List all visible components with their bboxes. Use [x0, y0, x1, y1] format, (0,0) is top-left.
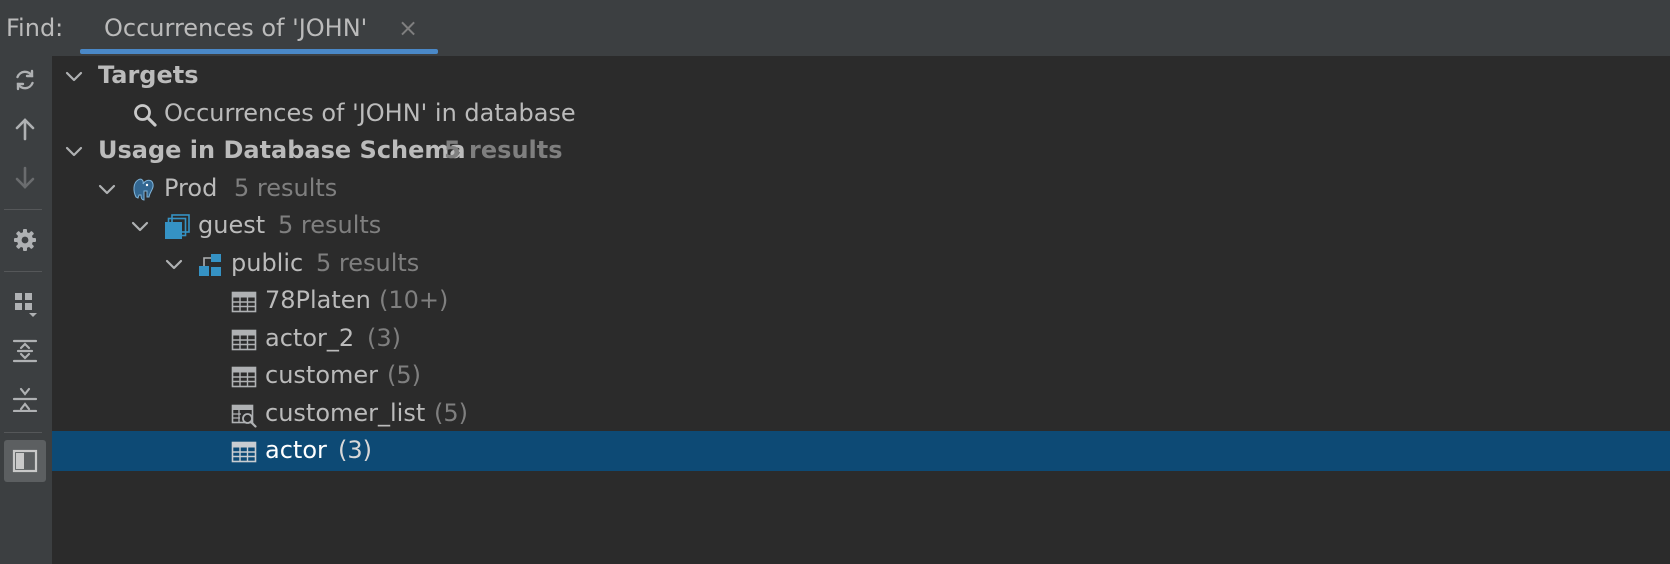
tree-node-table-78platen[interactable]: 78Platen (10+) — [52, 281, 1670, 321]
toolbar-separator — [4, 209, 42, 210]
arrow-down-icon[interactable] — [4, 157, 46, 199]
schema-icon — [199, 254, 221, 276]
toolbar-separator — [4, 432, 42, 433]
chevron-down-icon[interactable] — [162, 252, 186, 276]
refresh-icon[interactable] — [4, 59, 46, 101]
search-icon — [134, 104, 157, 127]
chevron-down-icon[interactable] — [95, 177, 119, 201]
tree-node-view-customer_list[interactable]: customer_list (5) — [52, 394, 1670, 434]
group-by-icon[interactable] — [4, 282, 46, 324]
tree-node-label: customer_list — [265, 399, 426, 427]
close-icon[interactable]: × — [398, 14, 418, 42]
expand-all-icon[interactable] — [4, 330, 46, 372]
tree-node-label: Usage in Database Schema — [98, 136, 466, 164]
table-icon — [231, 329, 257, 351]
view-icon — [231, 404, 257, 428]
occurrence-count: (10+) — [379, 286, 449, 314]
gear-icon[interactable] — [4, 219, 46, 261]
tree-node-label: actor_2 — [265, 324, 355, 352]
table-icon — [231, 366, 257, 388]
tab-title: Occurrences of 'JOHN' — [104, 14, 368, 42]
tree-node-label: customer — [265, 361, 379, 389]
occurrence-count: (3) — [367, 324, 401, 352]
chevron-down-icon[interactable] — [128, 214, 152, 238]
result-count: 5 results — [444, 136, 563, 164]
collapse-all-icon[interactable] — [4, 378, 46, 420]
occurrence-count: (5) — [387, 361, 421, 389]
tree-node-label: guest — [198, 211, 266, 239]
vertical-toolbar — [0, 56, 52, 564]
arrow-up-icon[interactable] — [4, 108, 46, 150]
tree-node-public[interactable]: public 5 results — [52, 244, 1670, 284]
tree-node-guest[interactable]: guest 5 results — [52, 206, 1670, 246]
tree-node-label: public — [231, 249, 304, 277]
find-label: Find: — [6, 14, 64, 42]
toolbar-separator — [4, 271, 42, 272]
chevron-down-icon[interactable] — [62, 139, 86, 163]
occurrence-count: (5) — [434, 399, 468, 427]
tree-node-label: 78Platen — [265, 286, 371, 314]
occurrence-count: (3) — [338, 436, 372, 464]
preview-panel-icon[interactable] — [4, 440, 46, 482]
result-count: 5 results — [316, 249, 420, 277]
tab-occurrences[interactable]: Occurrences of 'JOHN' × — [80, 0, 438, 56]
database-icon — [165, 214, 190, 239]
tree-node-label: actor — [265, 436, 327, 464]
result-count: 5 results — [234, 174, 338, 202]
tree-node-label: Prod — [164, 174, 218, 202]
table-icon — [231, 441, 257, 463]
results-tree: Targets Occurrences of 'JOHN' in databas… — [52, 56, 1670, 564]
result-count: 5 results — [278, 211, 382, 239]
tree-node-search-target[interactable]: Occurrences of 'JOHN' in database — [52, 94, 1670, 134]
postgresql-elephant-icon — [133, 178, 154, 201]
table-icon — [231, 291, 257, 313]
chevron-down-icon[interactable] — [62, 64, 86, 88]
tree-node-usage-in-database-schema[interactable]: Usage in Database Schema 5 results — [52, 131, 1670, 171]
active-tab-indicator — [80, 49, 438, 54]
tree-node-label: Occurrences of 'JOHN' in database — [164, 99, 576, 127]
tree-node-table-actor-selected[interactable]: actor (3) — [52, 431, 1670, 471]
tree-node-table-customer[interactable]: customer (5) — [52, 356, 1670, 396]
tree-node-label: Targets — [98, 61, 199, 89]
tree-node-targets[interactable]: Targets — [52, 56, 1670, 96]
tree-node-table-actor_2[interactable]: actor_2 (3) — [52, 319, 1670, 359]
find-tool-window-header: Find: Occurrences of 'JOHN' × — [0, 0, 1670, 56]
tree-node-prod[interactable]: Prod 5 results — [52, 169, 1670, 209]
